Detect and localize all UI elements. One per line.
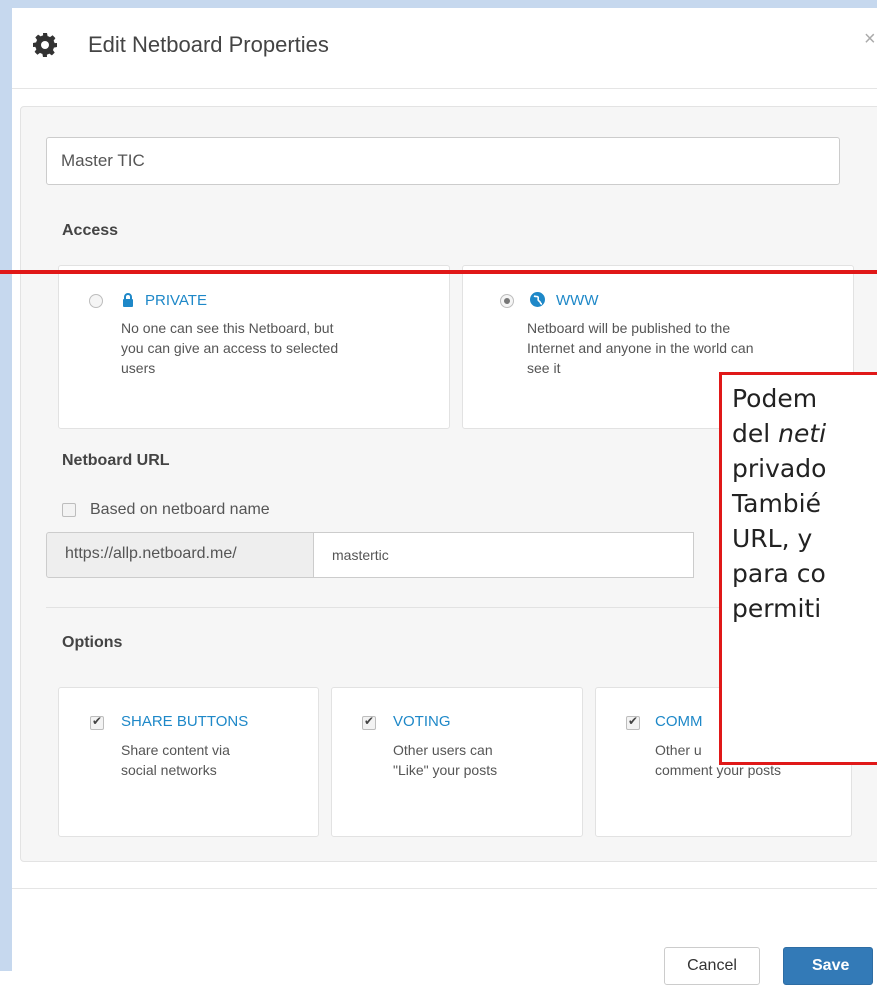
options-label: Options: [62, 634, 123, 651]
annotation-line: para co: [732, 559, 826, 588]
private-desc-line: users: [121, 360, 156, 376]
globe-icon: [530, 292, 545, 307]
access-label: Access: [62, 222, 119, 239]
save-button[interactable]: Save: [783, 947, 873, 985]
share-desc-line: Share content via: [121, 742, 230, 758]
voting-checkbox[interactable]: [362, 714, 376, 730]
annotation-line-start: del: [732, 419, 779, 448]
share-desc-line: social networks: [121, 762, 217, 778]
dialog-title: Edit Netboard Properties: [88, 32, 329, 57]
annotation-line: permiti: [732, 594, 822, 623]
private-description: No one can see this Netboard, but you ca…: [121, 318, 338, 378]
share-buttons-description: Share content via social networks: [121, 740, 230, 780]
annotation-callout: Podem del neti privado Tambié URL, y par…: [719, 372, 877, 765]
private-radio[interactable]: [89, 294, 103, 308]
based-on-name-label[interactable]: Based on netboard name: [90, 500, 270, 520]
netboard-url-label: Netboard URL: [62, 452, 170, 469]
private-desc-line: No one can see this Netboard, but: [121, 320, 334, 336]
annotation-italic: neti: [778, 419, 827, 448]
private-title: PRIVATE: [145, 292, 207, 309]
dialog-header: Edit Netboard Properties ×: [12, 8, 877, 89]
comments-checkbox[interactable]: [626, 714, 640, 730]
window-top-edge: [0, 0, 877, 8]
annotation-line: Podem: [732, 384, 818, 413]
voting-desc-line: Other users can: [393, 742, 493, 758]
share-buttons-title: SHARE BUTTONS: [121, 713, 249, 730]
close-icon[interactable]: ×: [864, 28, 876, 51]
netboard-name-input[interactable]: [46, 137, 840, 185]
private-desc-line: you can give an access to selected: [121, 340, 339, 356]
annotation-line: privado: [732, 454, 827, 483]
annotation-line: Tambié: [732, 489, 822, 518]
annotation-line: URL, y: [732, 524, 813, 553]
lock-icon: [123, 293, 133, 307]
www-desc-line: Netboard will be published to the: [527, 320, 731, 336]
cancel-button[interactable]: Cancel: [664, 947, 760, 985]
voting-description: Other users can "Like" your posts: [393, 740, 497, 780]
voting-title: VOTING: [393, 713, 451, 730]
based-on-name-checkbox[interactable]: [62, 503, 76, 517]
annotation-red-line: [0, 270, 877, 274]
voting-desc-line: "Like" your posts: [393, 762, 498, 778]
www-title: WWW: [556, 292, 599, 309]
window-left-edge: [0, 0, 12, 971]
www-description: Netboard will be published to the Intern…: [527, 318, 754, 378]
comments-title: COMM: [655, 713, 703, 730]
annotation-line: del neti: [732, 416, 877, 451]
share-buttons-checkbox[interactable]: [90, 714, 104, 730]
url-slug-input[interactable]: [314, 532, 694, 578]
url-prefix: https://allp.netboard.me/: [46, 532, 314, 578]
www-radio[interactable]: [500, 294, 514, 308]
www-desc-line: Internet and anyone in the world can: [527, 340, 754, 356]
gear-icon: [33, 33, 57, 57]
